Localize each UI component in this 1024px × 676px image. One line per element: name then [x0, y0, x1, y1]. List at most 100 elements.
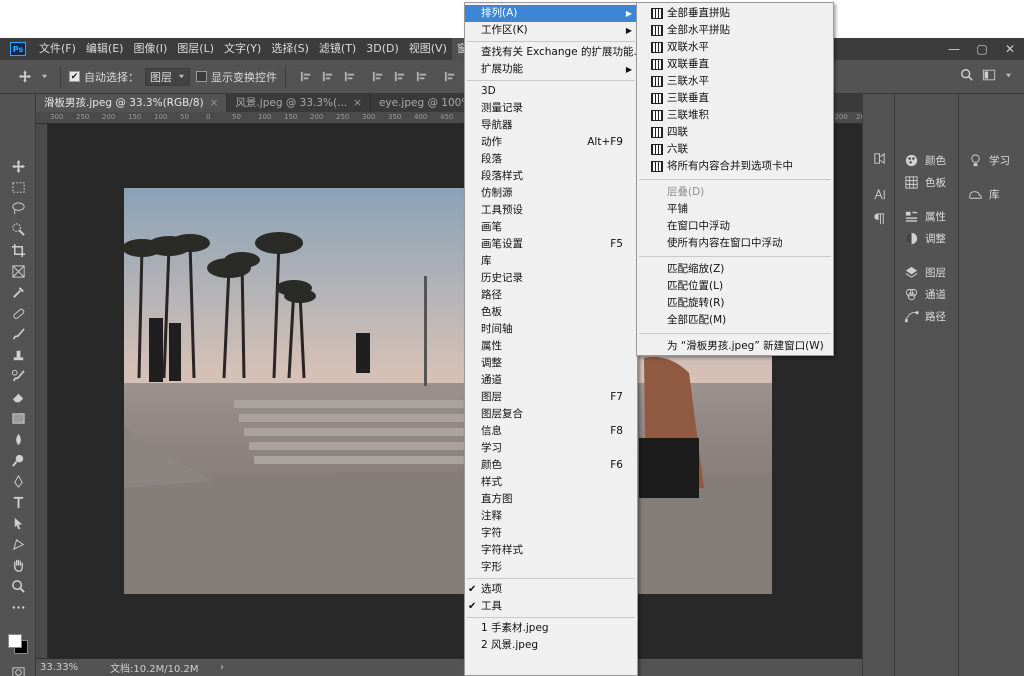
window-menu-item[interactable]: 1 手素材.jpeg [465, 620, 637, 637]
workspace-icon[interactable] [982, 68, 996, 82]
frame-tool-icon[interactable] [8, 261, 28, 281]
arrange-menu-item[interactable]: 四联 [637, 124, 833, 141]
arrange-menu-item[interactable]: 双联水平 [637, 39, 833, 56]
arrange-menu-item[interactable]: 三联垂直 [637, 90, 833, 107]
window-menu-item[interactable]: 画笔 [465, 219, 637, 236]
arrange-menu-item[interactable]: 全部匹配(M) [637, 312, 833, 329]
document-tab[interactable]: 滑板男孩.jpeg @ 33.3%(RGB/8) × [36, 94, 228, 112]
align-bottom-icon[interactable] [414, 70, 428, 84]
stamp-tool-icon[interactable] [8, 345, 28, 365]
menu-4[interactable]: 文字(Y) [219, 38, 266, 60]
menu-1[interactable]: 编辑(E) [81, 38, 129, 60]
layer-select-dropdown[interactable]: 图层 [145, 67, 190, 86]
panel-tab-character[interactable] [871, 186, 893, 202]
panel-tab-properties[interactable]: 属性 [903, 208, 946, 224]
status-arrow-icon[interactable]: › [220, 662, 224, 673]
zoom-level[interactable]: 33.33% [40, 662, 104, 673]
window-menu-item[interactable]: 色板 [465, 304, 637, 321]
distribute-top-icon[interactable] [442, 70, 456, 84]
path-select-icon[interactable] [8, 513, 28, 533]
window-menu-item[interactable]: 时间轴 [465, 321, 637, 338]
arrange-menu-item[interactable]: 三联水平 [637, 73, 833, 90]
panel-tab-swatches[interactable]: 色板 [903, 174, 946, 190]
more-tools-icon[interactable] [8, 597, 28, 617]
window-menu-item[interactable]: 历史记录 [465, 270, 637, 287]
close-button[interactable]: ✕ [996, 38, 1024, 60]
arrange-menu-item[interactable]: 全部垂直拼贴 [637, 5, 833, 22]
window-menu-item[interactable]: 路径 [465, 287, 637, 304]
window-menu-item[interactable]: 扩展功能 ▶ [465, 61, 637, 78]
chevron-down-icon[interactable] [1004, 68, 1012, 82]
window-menu-item[interactable]: 字形 [465, 559, 637, 576]
window-menu-item[interactable]: 2 风景.jpeg [465, 637, 637, 654]
panel-tab-learn[interactable]: 学习 [967, 152, 1010, 168]
arrange-menu-item[interactable]: 全部水平拼贴 [637, 22, 833, 39]
marquee-tool-icon[interactable] [8, 177, 28, 197]
panel-tab-history[interactable] [871, 150, 893, 166]
window-menu-item[interactable]: 测量记录 [465, 100, 637, 117]
crop-tool-icon[interactable] [8, 240, 28, 260]
arrange-menu-item[interactable]: 匹配旋转(R) [637, 295, 833, 312]
window-menu-item[interactable]: 注释 [465, 508, 637, 525]
window-menu-item[interactable]: 调整 [465, 355, 637, 372]
window-menu-item[interactable]: 字符样式 [465, 542, 637, 559]
hand-tool-icon[interactable] [8, 555, 28, 575]
arrange-menu-item[interactable]: 使所有内容在窗口中浮动 [637, 235, 833, 252]
arrange-menu-item[interactable]: 在窗口中浮动 [637, 218, 833, 235]
align-top-icon[interactable] [370, 70, 384, 84]
window-menu-item[interactable]: 段落 [465, 151, 637, 168]
panel-tab-adjustments[interactable]: 调整 [903, 230, 946, 246]
panel-tab-paragraph[interactable] [871, 210, 893, 226]
window-menu-item[interactable]: 属性 [465, 338, 637, 355]
window-menu-item[interactable]: 图层复合 [465, 406, 637, 423]
align-hcenter-icon[interactable] [320, 70, 334, 84]
arrange-menu-item[interactable]: 为 “滑板男孩.jpeg” 新建窗口(W) [637, 338, 833, 355]
window-menu-item[interactable]: 图层 F7 [465, 389, 637, 406]
eraser-tool-icon[interactable] [8, 387, 28, 407]
window-menu-item[interactable]: 颜色 F6 [465, 457, 637, 474]
quick-mask-icon[interactable] [8, 664, 28, 676]
window-menu-item[interactable]: 直方图 [465, 491, 637, 508]
type-tool-icon[interactable] [8, 492, 28, 512]
blur-tool-icon[interactable] [8, 429, 28, 449]
window-menu-item[interactable]: 动作 Alt+F9 [465, 134, 637, 151]
align-vcenter-icon[interactable] [392, 70, 406, 84]
window-menu-item[interactable]: 选项 ✔ [465, 581, 637, 598]
arrange-menu-item[interactable]: 平铺 [637, 201, 833, 218]
arrange-menu-item[interactable]: 六联 [637, 141, 833, 158]
zoom-tool-icon[interactable] [8, 576, 28, 596]
brush-tool-icon[interactable] [8, 324, 28, 344]
window-menu-item[interactable]: 查找有关 Exchange 的扩展功能... [465, 44, 644, 61]
minimize-button[interactable]: — [940, 38, 968, 60]
window-menu-item[interactable]: 通道 [465, 372, 637, 389]
arrange-menu-item[interactable]: 将所有内容合并到选项卡中 [637, 158, 833, 175]
show-transform-checkbox[interactable] [196, 71, 207, 82]
window-menu-item[interactable]: 工作区(K) ▶ [465, 22, 637, 39]
menu-5[interactable]: 选择(S) [266, 38, 314, 60]
move-tool-icon[interactable] [18, 70, 32, 84]
panel-tab-color[interactable]: 颜色 [903, 152, 946, 168]
align-left-icon[interactable] [298, 70, 312, 84]
window-menu-item[interactable]: 工具 ✔ [465, 598, 637, 615]
lasso-tool-icon[interactable] [8, 198, 28, 218]
panel-tab-libraries[interactable]: 库 [967, 186, 1000, 202]
arrange-menu-item[interactable]: 匹配位置(L) [637, 278, 833, 295]
history-brush-icon[interactable] [8, 366, 28, 386]
window-menu-item[interactable]: 学习 [465, 440, 637, 457]
window-menu-item[interactable]: 工具预设 [465, 202, 637, 219]
menu-2[interactable]: 图像(I) [128, 38, 172, 60]
close-tab-icon[interactable]: × [210, 97, 219, 109]
menu-3[interactable]: 图层(L) [172, 38, 219, 60]
window-menu-item[interactable]: 3D [465, 83, 637, 100]
arrange-menu-item[interactable]: 匹配缩放(Z) [637, 261, 833, 278]
window-menu-item[interactable]: 段落样式 [465, 168, 637, 185]
dodge-tool-icon[interactable] [8, 450, 28, 470]
panel-tab-channels[interactable]: 通道 [903, 286, 946, 302]
window-menu-item[interactable]: 样式 [465, 474, 637, 491]
menu-6[interactable]: 滤镜(T) [314, 38, 361, 60]
menu-8[interactable]: 视图(V) [404, 38, 452, 60]
panel-tab-layers[interactable]: 图层 [903, 264, 946, 280]
arrange-menu-item[interactable]: 双联垂直 [637, 56, 833, 73]
arrange-menu-item[interactable]: 三联堆积 [637, 107, 833, 124]
chevron-down-icon[interactable] [40, 70, 48, 84]
